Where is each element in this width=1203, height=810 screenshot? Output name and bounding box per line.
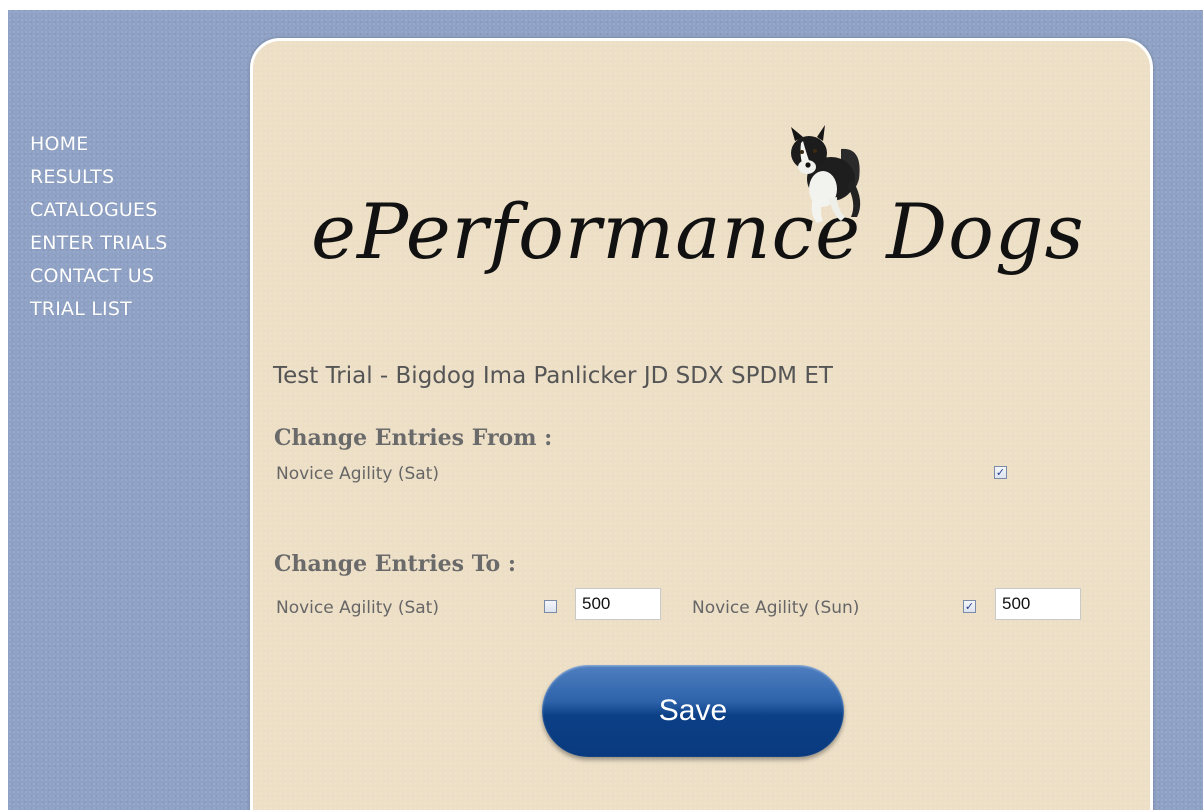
nav-link-contact-us[interactable]: CONTACT US [30,260,240,293]
from-entry-label: Novice Agility (Sat) [276,464,439,484]
content-panel: ePerformance Dogs Test Trial - Bigdog Im… [250,38,1153,810]
site-logo: ePerformance Dogs [311,111,1084,281]
change-entries-to-heading: Change Entries To : [274,551,517,577]
save-button[interactable]: Save [542,665,844,757]
to-entry-sun-label: Novice Agility (Sun) [692,598,860,618]
to-entry-sat-quantity-input[interactable] [575,588,661,620]
to-entry-sat-label: Novice Agility (Sat) [276,598,439,618]
nav-link-results[interactable]: RESULTS [30,161,240,194]
nav-link-catalogues[interactable]: CATALOGUES [30,194,240,227]
main-nav: HOME RESULTS CATALOGUES ENTER TRIALS CON… [30,128,240,326]
to-entry-sun-quantity-input[interactable] [995,588,1081,620]
change-entries-from-heading: Change Entries From : [274,425,553,451]
logo-text: ePerformance Dogs [311,187,1085,276]
page-background: HOME RESULTS CATALOGUES ENTER TRIALS CON… [8,10,1203,810]
to-entry-sat-checkbox[interactable] [544,600,557,613]
trial-title: Test Trial - Bigdog Ima Panlicker JD SDX… [273,363,833,389]
nav-link-home[interactable]: HOME [30,128,240,161]
border-collie-dog-icon [791,125,861,223]
nav-link-trial-list[interactable]: TRIAL LIST [30,293,240,326]
from-entry-checkbox[interactable]: ✓ [994,466,1007,479]
to-entry-sun-checkbox[interactable]: ✓ [963,600,976,613]
nav-link-enter-trials[interactable]: ENTER TRIALS [30,227,240,260]
